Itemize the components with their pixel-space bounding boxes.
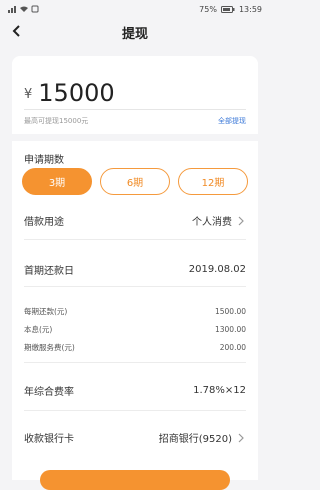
first-date-value: 2019.08.02: [188, 264, 246, 275]
battery-icon: [220, 5, 235, 13]
purpose-label: 借款用途: [24, 217, 64, 228]
first-date-row: 首期还款日 2019.08.02: [24, 262, 246, 277]
battery-percent: 75%: [199, 4, 217, 14]
service-fee-label: 期缴服务费(元): [24, 343, 75, 352]
bank-card-value-wrap: 招商银行(9520): [159, 430, 246, 445]
amount-input[interactable]: ¥ 15000: [24, 73, 246, 110]
chevron-left-icon: [12, 25, 20, 37]
periods-label: 申请期数: [24, 155, 64, 166]
signal-wifi-icon: [8, 5, 39, 13]
per-period-row: 每期还款(元) 1500.00: [24, 306, 246, 317]
purpose-value: 个人消费: [192, 217, 232, 228]
service-fee-value: 200.00: [219, 343, 246, 352]
withdraw-card: ¥ 15000 最高可提现15000元 全部提现 申请期数 3期 6期 12期 …: [12, 56, 258, 490]
bank-card-value: 招商银行(9520): [158, 434, 232, 445]
nav-bar: 提现: [0, 18, 270, 46]
chevron-right-icon: [238, 216, 244, 225]
annual-rate-value: 1.78%×12: [193, 385, 246, 396]
status-icons-right: 75% 13:59: [199, 5, 262, 14]
row-divider: [24, 362, 246, 363]
row-divider: [24, 410, 246, 411]
period-options: 3期 6期 12期: [22, 168, 248, 195]
period-option-12[interactable]: 12期: [178, 168, 248, 195]
purpose-value-wrap: 个人消费: [192, 213, 246, 228]
service-fee-row: 期缴服务费(元) 200.00: [24, 342, 246, 353]
principal-value: 1300.00: [214, 325, 246, 334]
principal-label: 本息(元): [24, 325, 53, 334]
amount-hint-row: 最高可提现15000元 全部提现: [24, 116, 246, 126]
period-option-6[interactable]: 6期: [100, 168, 170, 195]
bank-card-row[interactable]: 收款银行卡 招商银行(9520): [24, 430, 246, 445]
row-divider: [24, 286, 246, 287]
per-period-label: 每期还款(元): [24, 307, 68, 316]
period-option-3[interactable]: 3期: [22, 168, 92, 195]
annual-rate-row: 年综合费率 1.78%×12: [24, 383, 246, 398]
page-title: 提现: [121, 26, 148, 42]
status-bar: 75% 13:59: [0, 0, 270, 18]
clock: 13:59: [238, 4, 262, 14]
first-date-label: 首期还款日: [24, 266, 74, 277]
purpose-row[interactable]: 借款用途 个人消费: [24, 213, 246, 228]
max-withdraw-hint: 最高可提现15000元: [24, 117, 89, 125]
annual-rate-label: 年综合费率: [24, 387, 74, 398]
per-period-value: 1500.00: [214, 307, 246, 316]
currency-symbol: ¥: [24, 87, 33, 102]
status-icons-left: [8, 5, 42, 13]
bank-card-label: 收款银行卡: [24, 434, 74, 445]
row-divider: [24, 239, 246, 240]
section-divider: [12, 134, 258, 141]
submit-button[interactable]: [40, 470, 230, 490]
withdraw-all-link[interactable]: 全部提现: [218, 116, 246, 126]
chevron-right-icon: [238, 433, 244, 442]
back-button[interactable]: [8, 22, 26, 40]
principal-row: 本息(元) 1300.00: [24, 324, 246, 335]
amount-value: 15000: [38, 79, 115, 107]
